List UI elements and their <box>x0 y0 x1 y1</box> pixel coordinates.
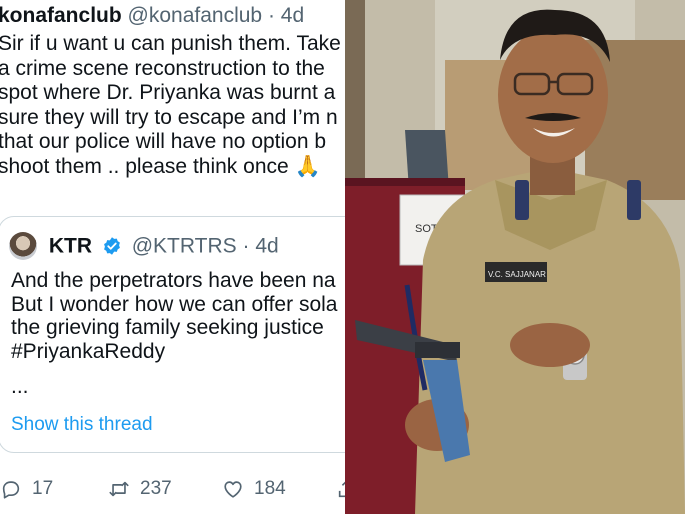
retweet-button[interactable]: 237 <box>108 475 172 503</box>
outer-timestamp[interactable]: 4d <box>281 4 304 27</box>
reply-count: 17 <box>32 478 54 499</box>
outer-text-line: shoot them .. please think once 🙏 <box>0 154 321 178</box>
quoted-text-line: the grieving family seeking justice <box>11 316 324 339</box>
officer-photo: SOT M V.C. SAJJANAR <box>345 0 685 514</box>
like-count: 184 <box>254 478 286 499</box>
outer-text-line: Sir if u want u can punish them. Take <box>0 32 341 55</box>
quoted-separator: · <box>242 234 250 258</box>
outer-text-line: that our police will have no option b <box>0 130 327 153</box>
retweet-count: 237 <box>140 478 172 499</box>
tweet-actions: 17 237 184 <box>0 475 345 503</box>
photo-illustration: SOT M V.C. SAJJANAR <box>345 0 685 514</box>
heart-icon <box>224 481 242 498</box>
outer-text-line: sure they will try to escape and I’m n <box>0 105 338 129</box>
outer-display-name[interactable]: konafanclub <box>0 4 122 27</box>
retweet-icon <box>109 481 129 497</box>
quoted-tweet-header: KTR @KTRTRS · 4d <box>9 231 279 261</box>
tweet-screenshot: konafanclub @konafanclub · 4d Sir if u w… <box>0 0 345 514</box>
outer-tweet-header: konafanclub @konafanclub · 4d <box>0 3 304 29</box>
outer-separator: · <box>267 4 275 27</box>
quoted-tweet-card[interactable]: KTR @KTRTRS · 4d And the perpetrators ha… <box>0 216 345 453</box>
share-button[interactable] <box>336 475 345 503</box>
quoted-timestamp[interactable]: 4d <box>255 234 278 257</box>
outer-tweet-text: Sir if u want u can punish them. Take a … <box>0 32 345 179</box>
quoted-hashtag[interactable]: #PriyankaReddy <box>11 340 337 364</box>
like-button[interactable]: 184 <box>222 475 286 503</box>
quoted-handle[interactable]: @KTRTRS <box>132 234 237 257</box>
reply-icon <box>2 481 20 499</box>
show-thread-link[interactable]: Show this thread <box>11 414 153 436</box>
outer-text-line: a crime scene reconstruction to the <box>0 56 325 80</box>
outer-text-line: spot where Dr. Priyanka was burnt a <box>0 81 336 104</box>
quoted-text-line: And the perpetrators have been na <box>11 269 336 292</box>
share-icon <box>338 481 345 498</box>
reply-button[interactable]: 17 <box>0 475 53 503</box>
quoted-tweet-text: And the perpetrators have been na But I … <box>11 269 337 363</box>
ellipsis: ... <box>11 375 29 398</box>
quoted-display-name[interactable]: KTR <box>49 234 92 257</box>
avatar[interactable] <box>9 232 37 261</box>
outer-handle[interactable]: @konafanclub <box>128 4 263 27</box>
quoted-text-line: But I wonder how we can offer sola <box>11 292 338 316</box>
verified-badge-icon <box>103 237 120 256</box>
name-tag-text: V.C. SAJJANAR <box>488 270 546 279</box>
